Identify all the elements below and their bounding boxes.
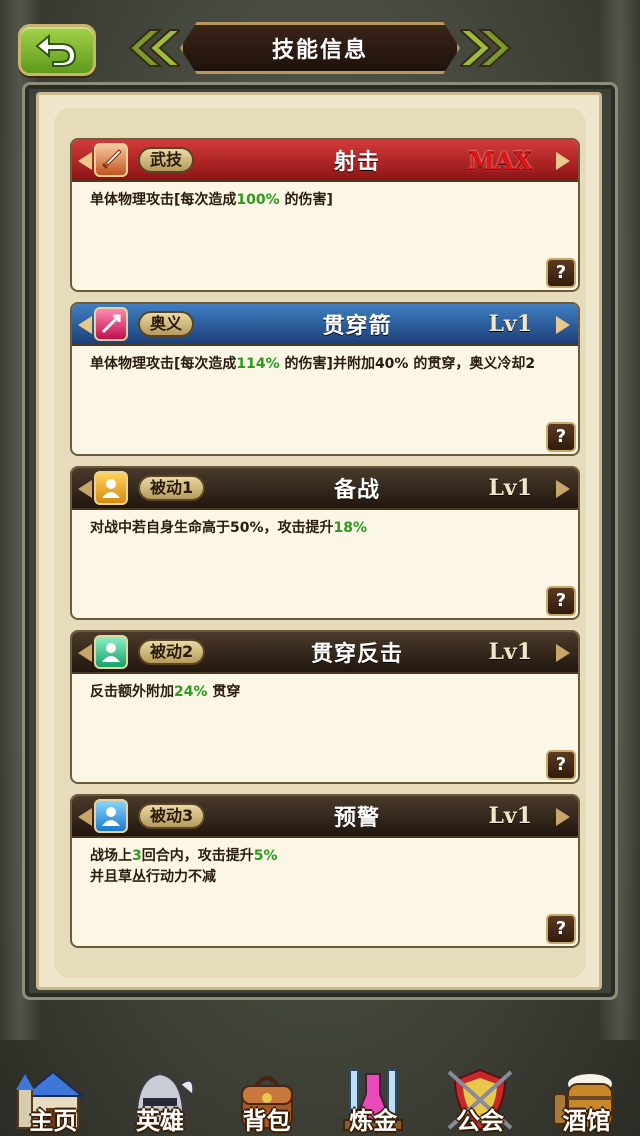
skill-type-badge: 被动3 bbox=[138, 803, 206, 829]
skill-description: 战场上3回合内，攻击提升5% 并且草丛行动力不减 bbox=[90, 848, 278, 885]
skill-name: 贯穿反击 bbox=[310, 642, 403, 667]
header-ornament-right-icon bbox=[556, 480, 570, 498]
back-button[interactable] bbox=[18, 24, 96, 76]
skill-name: 射击 bbox=[333, 150, 380, 175]
skill-description: 对战中若自身生命高于50%，攻击提升18% bbox=[90, 520, 368, 536]
skill-card: 被动1 备战 Lv1 对战中若自身生命高于50%，攻击提升18% ? bbox=[70, 466, 580, 620]
skill-level: Lv1 bbox=[488, 311, 532, 337]
skill-card-header: 武技 射击 MAX bbox=[72, 140, 578, 182]
skill-help-button[interactable]: ? bbox=[546, 422, 576, 452]
nav-item-backpack[interactable]: 背包 bbox=[217, 1030, 317, 1136]
header-ornament-right-icon bbox=[556, 316, 570, 334]
skill-description: 单体物理攻击[每次造成100% 的伤害] bbox=[90, 192, 333, 208]
skill-type-badge: 武技 bbox=[138, 147, 195, 173]
header-ornament-left-icon bbox=[78, 152, 92, 170]
header-ornament-left-icon bbox=[78, 808, 92, 826]
skill-type-badge: 奥义 bbox=[138, 311, 195, 337]
page-title-plate: 技能信息 bbox=[180, 22, 460, 74]
skill-card: 被动3 预警 Lv1 战场上3回合内，攻击提升5% 并且草丛行动力不减 ? bbox=[70, 794, 580, 948]
person-yellow-icon bbox=[94, 471, 128, 505]
header-ornament-right-icon bbox=[556, 644, 570, 662]
title-chevron-left-icon bbox=[128, 29, 180, 67]
nav-item-guild[interactable]: 公会 bbox=[430, 1030, 530, 1136]
skill-level: Lv1 bbox=[488, 803, 532, 829]
nav-item-home[interactable]: 主页 bbox=[3, 1030, 103, 1136]
header-ornament-left-icon bbox=[78, 316, 92, 334]
skill-level: Lv1 bbox=[488, 475, 532, 501]
skill-description: 反击额外附加24% 贯穿 bbox=[90, 684, 241, 700]
sword-icon bbox=[94, 143, 128, 177]
header-ornament-right-icon bbox=[556, 152, 570, 170]
skill-name: 备战 bbox=[333, 478, 380, 503]
skill-card: 被动2 贯穿反击 Lv1 反击额外附加24% 贯穿 ? bbox=[70, 630, 580, 784]
page-title: 技能信息 bbox=[271, 38, 368, 63]
skill-level: MAX bbox=[468, 145, 532, 175]
skill-help-button[interactable]: ? bbox=[546, 750, 576, 780]
skill-description: 单体物理攻击[每次造成114% 的伤害]并附加40% 的贯穿，奥义冷却2 bbox=[90, 356, 536, 372]
skill-name: 贯穿箭 bbox=[322, 314, 392, 339]
title-chevron-right-icon bbox=[460, 29, 512, 67]
nav-item-tavern[interactable]: 酒馆 bbox=[537, 1030, 637, 1136]
skill-card-header: 奥义 贯穿箭 Lv1 bbox=[72, 304, 578, 346]
bottom-nav: 主页 英雄 背包 炼金 公会 酒馆 bbox=[0, 1030, 640, 1136]
person-green-icon bbox=[94, 635, 128, 669]
skill-card: 奥义 贯穿箭 Lv1 单体物理攻击[每次造成114% 的伤害]并附加40% 的贯… bbox=[70, 302, 580, 456]
header-ornament-left-icon bbox=[78, 480, 92, 498]
skill-level: Lv1 bbox=[488, 639, 532, 665]
skill-name: 预警 bbox=[333, 806, 380, 831]
skill-card-header: 被动2 贯穿反击 Lv1 bbox=[72, 632, 578, 674]
nav-item-heroes[interactable]: 英雄 bbox=[110, 1030, 210, 1136]
skill-card: 武技 射击 MAX 单体物理攻击[每次造成100% 的伤害] ? bbox=[70, 138, 580, 292]
skill-type-badge: 被动2 bbox=[138, 639, 206, 665]
skill-help-button[interactable]: ? bbox=[546, 586, 576, 616]
skill-type-badge: 被动1 bbox=[138, 475, 206, 501]
skill-help-button[interactable]: ? bbox=[546, 914, 576, 944]
skill-card-header: 被动3 预警 Lv1 bbox=[72, 796, 578, 838]
skill-help-button[interactable]: ? bbox=[546, 258, 576, 288]
nav-item-alchemy[interactable]: 炼金 bbox=[323, 1030, 423, 1136]
arrow-strike-icon bbox=[94, 307, 128, 341]
back-arrow-icon bbox=[35, 33, 77, 67]
header-ornament-left-icon bbox=[78, 644, 92, 662]
header-ornament-right-icon bbox=[556, 808, 570, 826]
title-bar: 技能信息 bbox=[120, 18, 520, 78]
skill-card-header: 被动1 备战 Lv1 bbox=[72, 468, 578, 510]
person-blue-icon bbox=[94, 799, 128, 833]
